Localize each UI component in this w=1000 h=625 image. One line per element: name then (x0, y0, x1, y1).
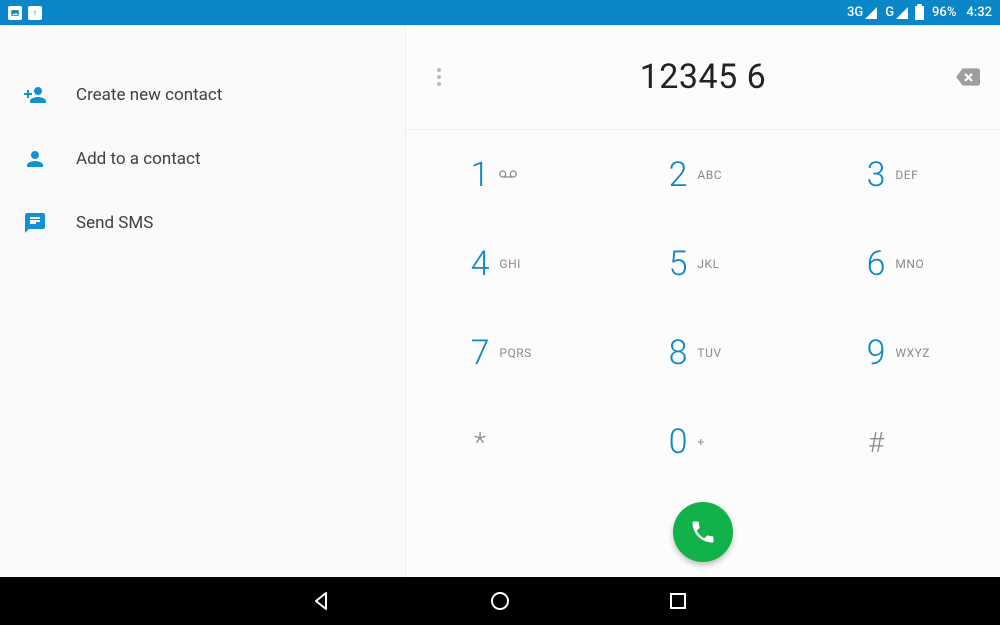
keypad: 1 2 ABC 3 DEF 4 GHI 5 (406, 130, 1000, 487)
key-3[interactable]: 3 DEF (802, 130, 1000, 219)
signal-icon-2 (896, 7, 908, 19)
key-4[interactable]: 4 GHI (406, 219, 604, 308)
key-6[interactable]: 6 MNO (802, 219, 1000, 308)
nav-home-button[interactable] (486, 587, 514, 615)
add-to-contact[interactable]: Add to a contact (0, 127, 405, 191)
backspace-button[interactable] (952, 64, 982, 90)
contact-options-pane: Create new contact Add to a contact Send… (0, 25, 405, 577)
phone-icon (689, 518, 717, 546)
nav-back-button[interactable] (308, 587, 336, 615)
battery-percent: 96% (932, 5, 956, 20)
call-button[interactable] (673, 502, 733, 562)
key-1[interactable]: 1 (406, 130, 604, 219)
alert-icon (28, 6, 42, 20)
message-icon (22, 210, 48, 236)
key-star[interactable]: * (406, 398, 604, 487)
option-label: Send SMS (76, 213, 153, 233)
person-icon (22, 146, 48, 172)
key-2[interactable]: 2 ABC (604, 130, 802, 219)
nav-recent-button[interactable] (664, 587, 692, 615)
image-icon (8, 6, 22, 20)
signal-icon (865, 7, 877, 19)
network-3g-label: 3G (847, 5, 863, 20)
dialed-number: 12345 6 (454, 57, 952, 97)
create-new-contact[interactable]: Create new contact (0, 63, 405, 127)
clock: 4:32 (966, 5, 992, 20)
voicemail-icon (499, 168, 539, 182)
key-8[interactable]: 8 TUV (604, 309, 802, 398)
battery-icon (915, 6, 924, 20)
dialer-pane: 12345 6 1 2 ABC 3 DEF (405, 25, 1000, 577)
overflow-menu-icon[interactable] (424, 68, 454, 86)
option-label: Add to a contact (76, 149, 201, 169)
key-9[interactable]: 9 WXYZ (802, 309, 1000, 398)
person-add-icon (22, 82, 48, 108)
key-7[interactable]: 7 PQRS (406, 309, 604, 398)
key-0[interactable]: 0 + (604, 398, 802, 487)
send-sms[interactable]: Send SMS (0, 191, 405, 255)
status-bar: 3G G 96% 4:32 (0, 0, 1000, 25)
key-hash[interactable]: # (802, 398, 1000, 487)
option-label: Create new contact (76, 85, 222, 105)
key-5[interactable]: 5 JKL (604, 219, 802, 308)
network-g-label: G (885, 5, 894, 20)
